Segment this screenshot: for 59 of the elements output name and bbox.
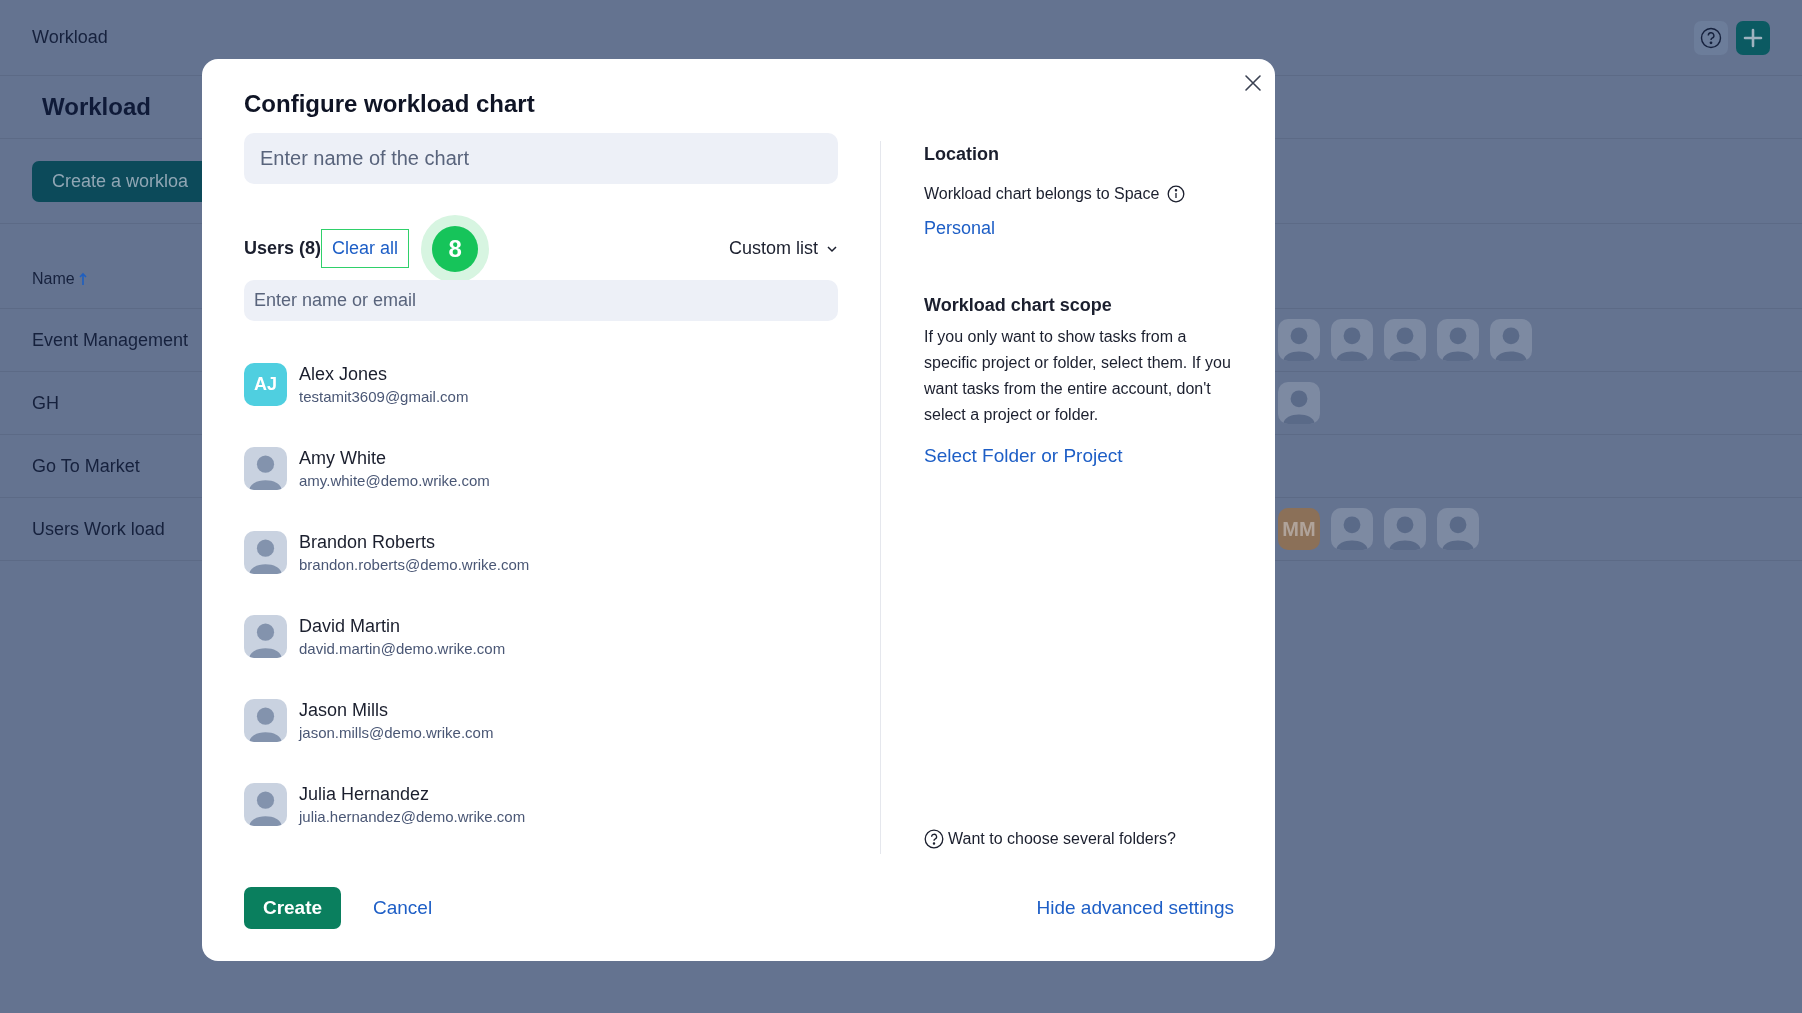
user-email: brandon.roberts@demo.wrike.com	[299, 555, 530, 574]
user-name: Alex Jones	[299, 363, 389, 384]
users-label: Users (8)	[244, 237, 322, 260]
help-button[interactable]	[1694, 20, 1728, 55]
avatar	[1331, 319, 1373, 361]
info-icon[interactable]	[1167, 185, 1186, 203]
row-name[interactable]: GH	[0, 392, 59, 413]
avatar	[1384, 508, 1426, 550]
user-email: testamit3609@gmail.com	[299, 387, 469, 406]
section-heading: Workload chart scope	[924, 294, 1113, 316]
select-folder-link[interactable]: Select Folder or Project	[924, 445, 1123, 466]
column-header[interactable]: Name	[32, 267, 75, 291]
user-email: amy.white@demo.wrike.com	[299, 471, 490, 490]
list-mode-dropdown[interactable]: Custom list	[729, 235, 838, 262]
help-icon	[1700, 26, 1722, 49]
cancel-link[interactable]: Cancel	[365, 893, 433, 923]
user-search-field[interactable]: Enter name or email	[244, 280, 838, 321]
avatar	[244, 615, 287, 658]
avatar	[1437, 508, 1479, 550]
user-name: Julia Hernandez	[299, 783, 431, 804]
help-link[interactable]: Want to choose several folders?	[948, 826, 1176, 852]
scope-description: If you only want to show tasks from a specific project or folder, select them. If you want tasks from the entire account, don't select a project or folder.	[924, 327, 1232, 425]
avatar: MM	[1278, 508, 1320, 550]
avatar	[1490, 319, 1532, 361]
user-email: julia.hernandez@demo.wrike.com	[299, 807, 526, 826]
page-heading: Workload	[42, 92, 151, 122]
advanced-settings-link[interactable]: Hide advanced settings	[1036, 893, 1234, 923]
avatar	[1278, 382, 1320, 424]
space-link[interactable]: Personal	[924, 218, 996, 238]
avatar	[244, 783, 287, 826]
location-text: Workload chart belongs to Space	[924, 184, 1160, 204]
avatar	[244, 531, 287, 574]
avatar	[244, 699, 287, 742]
add-button[interactable]	[1736, 20, 1770, 55]
row-name[interactable]: Users Work load	[0, 518, 165, 539]
help-icon	[924, 829, 944, 849]
avatar	[1437, 319, 1479, 361]
user-name: David Martin	[299, 615, 402, 636]
dialog-title: Configure workload chart	[244, 89, 536, 119]
section-heading: Location	[924, 143, 1000, 165]
sort-arrow-icon	[78, 272, 87, 286]
avatar	[1278, 319, 1320, 361]
chart-name-field[interactable]: Enter name of the chart	[244, 133, 838, 184]
caret-icon	[826, 244, 838, 253]
avatar: AJ	[244, 363, 287, 406]
page-title: Workload	[32, 26, 108, 49]
user-name: Amy White	[299, 447, 387, 468]
clear-all-button[interactable]: Clear all	[321, 229, 410, 268]
avatar	[244, 447, 287, 490]
plus-icon	[1743, 27, 1763, 48]
row-name[interactable]: Go To Market	[0, 455, 140, 476]
user-email: jason.mills@demo.wrike.com	[299, 723, 494, 742]
avatar	[1331, 508, 1373, 550]
user-name: Jason Mills	[299, 699, 390, 720]
avatar	[1384, 319, 1426, 361]
row-name[interactable]: Event Management	[0, 329, 189, 350]
user-name: Brandon Roberts	[299, 531, 437, 552]
user-email: david.martin@demo.wrike.com	[299, 639, 506, 658]
create-button[interactable]: Create	[244, 887, 341, 929]
